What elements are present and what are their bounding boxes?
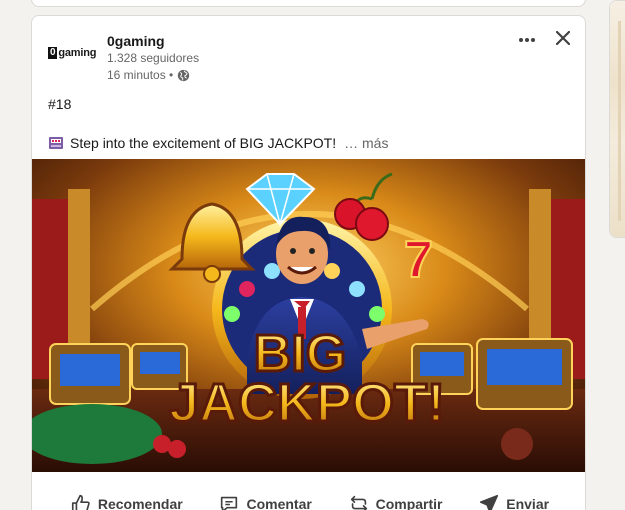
previous-post-card bbox=[31, 0, 586, 7]
jackpot-title-line2: JACKPOT! bbox=[169, 373, 445, 433]
comment-label: Comentar bbox=[246, 496, 312, 510]
like-label: Recomendar bbox=[97, 496, 183, 510]
globe-icon bbox=[178, 69, 190, 82]
more-horizontal-icon bbox=[519, 38, 535, 42]
send-button[interactable]: Enviar bbox=[470, 487, 557, 510]
send-icon bbox=[480, 494, 499, 510]
sidebar-ad-image bbox=[610, 1, 625, 237]
company-logo[interactable]: 0 gaming bbox=[48, 43, 102, 63]
post-time-row: 16 minutos • bbox=[107, 67, 199, 84]
post-image[interactable]: 7 BIG JACKPOT! bbox=[32, 159, 586, 472]
thumbs-up-icon bbox=[71, 494, 90, 510]
lucky-seven: 7 bbox=[404, 231, 433, 289]
like-button[interactable]: Recomendar bbox=[62, 487, 191, 510]
dismiss-post-button[interactable] bbox=[551, 26, 575, 50]
send-label: Enviar bbox=[506, 496, 550, 510]
post-hashtag[interactable]: #18 bbox=[48, 95, 71, 113]
logo-zero: 0 bbox=[48, 47, 58, 59]
author-name[interactable]: 0gaming bbox=[107, 32, 199, 50]
repost-icon bbox=[350, 495, 367, 510]
post-time: 16 minutos • bbox=[107, 68, 174, 82]
logo-text: gaming bbox=[58, 47, 97, 59]
post-text-line: Step into the excitement of BIG JACKPOT!… bbox=[48, 134, 388, 152]
slot-machine-icon bbox=[49, 137, 63, 149]
follower-count: 1.328 seguidores bbox=[107, 51, 200, 65]
post-author: 0gaming 1.328 seguidores 16 minutos • bbox=[107, 32, 199, 84]
comment-icon bbox=[221, 496, 238, 510]
share-button[interactable]: Compartir bbox=[340, 487, 451, 510]
share-label: Compartir bbox=[375, 496, 443, 510]
post-actions-bar: Recomendar Comentar Compartir Enviar bbox=[32, 484, 585, 510]
close-icon bbox=[556, 31, 570, 45]
right-sidebar-card bbox=[609, 0, 625, 238]
feed-post: 0 gaming 0gaming 1.328 seguidores 16 minu… bbox=[31, 15, 586, 510]
more-options-button[interactable] bbox=[515, 28, 539, 52]
post-text: Step into the excitement of BIG JACKPOT! bbox=[70, 135, 337, 151]
comment-button[interactable]: Comentar bbox=[210, 487, 319, 510]
see-more-link[interactable]: … más bbox=[344, 134, 388, 152]
